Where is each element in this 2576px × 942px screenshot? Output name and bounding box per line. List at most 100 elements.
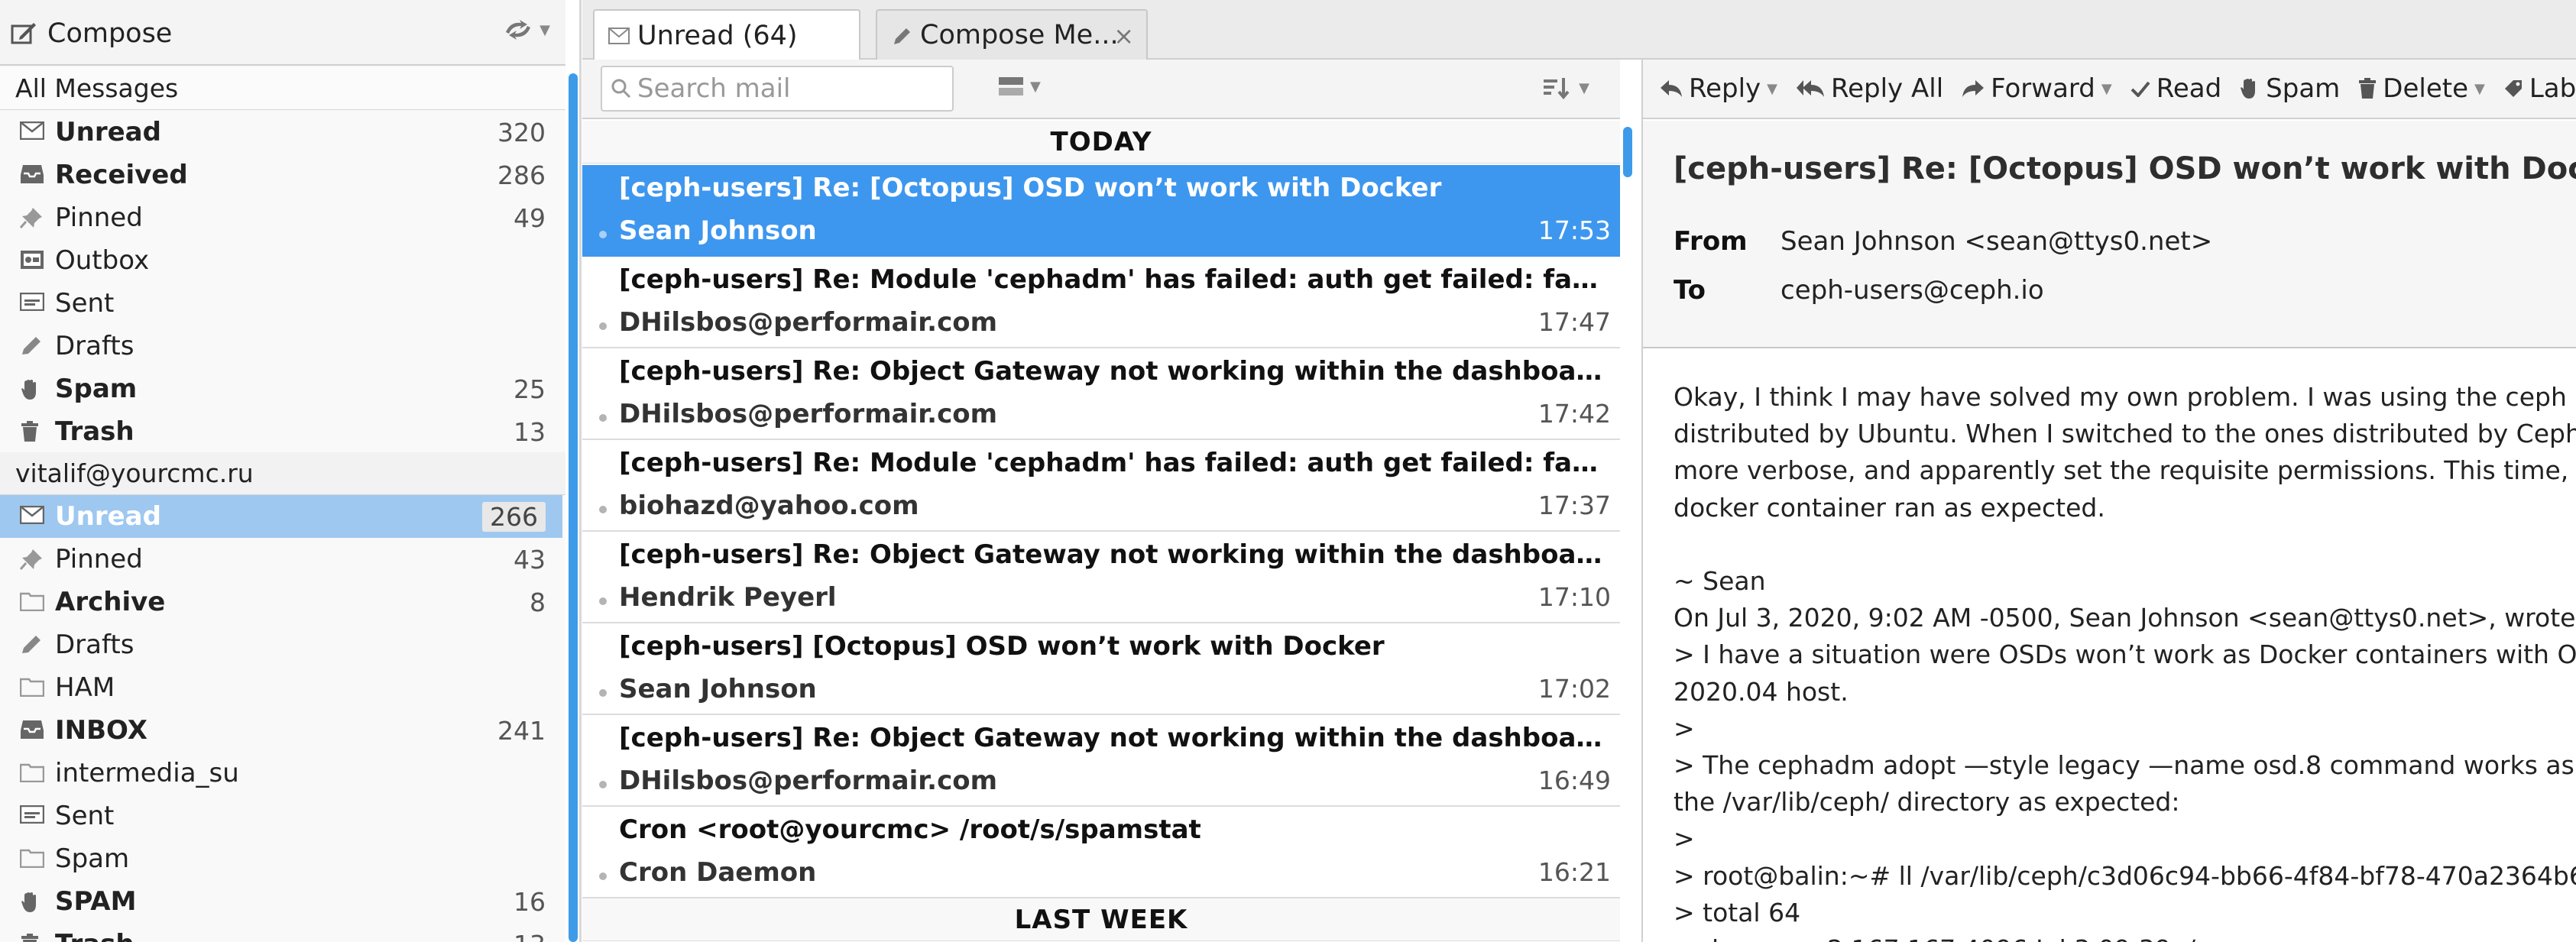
- folder-sent[interactable]: Sent: [0, 282, 562, 325]
- folder-label: Drafts: [55, 630, 134, 660]
- all-messages-label: All Messages: [15, 73, 179, 103]
- unread-dot-icon[interactable]: [599, 322, 607, 330]
- folder-unread[interactable]: Unread 266: [0, 495, 562, 538]
- folder-count: 13: [514, 416, 546, 447]
- sidebar: Compose ▼ All Messages Unread 320 Received…: [0, 0, 565, 942]
- reply-all-icon: [1796, 79, 1825, 99]
- folder-trash[interactable]: Trash 13: [0, 410, 562, 453]
- unread-dot-icon[interactable]: [599, 872, 607, 880]
- folder-drafts[interactable]: Drafts: [0, 325, 562, 367]
- to-label: To: [1674, 275, 1706, 306]
- folder-received[interactable]: Received 286: [0, 154, 562, 196]
- folder-inbox[interactable]: INBOX 241: [0, 709, 562, 752]
- sort-options-button[interactable]: ▼: [1542, 76, 1589, 99]
- message-body[interactable]: Okay, I think I may have solved my own p…: [1643, 350, 2576, 942]
- folder-count: 8: [530, 587, 546, 617]
- message-time: 16:21: [1537, 857, 1611, 887]
- sort-icon: [1542, 76, 1573, 99]
- account-options-button[interactable]: ▼: [503, 18, 550, 41]
- to-value[interactable]: ceph-users@ceph.io: [1781, 275, 2044, 306]
- folder-ham[interactable]: HAM: [0, 666, 562, 709]
- body-line: >: [1674, 824, 1695, 854]
- labels-label: Labels: [2529, 73, 2576, 104]
- pencil-icon: [20, 634, 46, 656]
- unread-dot-icon[interactable]: [599, 231, 607, 238]
- folder-archive[interactable]: Archive 8: [0, 581, 562, 623]
- folder-spam[interactable]: SPAM 16: [0, 880, 562, 923]
- message-row[interactable]: [ceph-users] Re: [Octopus] OSD won’t wor…: [582, 165, 1620, 257]
- list-view-button[interactable]: ▼: [998, 76, 1041, 96]
- all-messages-header[interactable]: All Messages: [0, 67, 565, 110]
- hand-icon: [20, 378, 46, 400]
- chevron-down-icon: ▼: [1767, 80, 1778, 97]
- chevron-down-icon: ▼: [1030, 78, 1041, 95]
- search-box[interactable]: [601, 66, 954, 112]
- folder-sent[interactable]: Sent: [0, 795, 562, 837]
- message-subject: [ceph-users] Re: [Octopus] OSD won’t wor…: [619, 173, 1442, 203]
- tab-label: Unread (64): [637, 21, 798, 51]
- folder-label: Received: [55, 160, 188, 190]
- unread-dot-icon[interactable]: [599, 414, 607, 422]
- message-header: [ceph-users] Re: [Octopus] OSD won’t wor…: [1643, 121, 2576, 348]
- message-row[interactable]: [ceph-users] [Octopus] OSD won’t work wi…: [582, 623, 1620, 715]
- trash-icon: [2358, 78, 2377, 99]
- unread-dot-icon[interactable]: [599, 597, 607, 605]
- message-row[interactable]: [ceph-users] Re: Object Gateway not work…: [582, 348, 1620, 440]
- compose-label: Compose: [47, 18, 173, 49]
- sync-icon: [503, 18, 533, 41]
- folder-count: 266: [482, 501, 546, 532]
- unread-dot-icon[interactable]: [599, 506, 607, 513]
- account-header[interactable]: vitalif@yourcmc.ru: [0, 452, 565, 495]
- message-time: 17:47: [1537, 307, 1611, 337]
- message-row[interactable]: [ceph-users] Re: Module 'cephadm' has fa…: [582, 440, 1620, 532]
- folder-pinned[interactable]: Pinned 49: [0, 196, 562, 239]
- folder-spam[interactable]: Spam: [0, 837, 562, 880]
- message-sender: DHilsbos@performair.com: [619, 307, 998, 338]
- folder-drafts[interactable]: Drafts: [0, 623, 562, 666]
- group-header-today: TODAY: [582, 121, 1620, 163]
- delete-button[interactable]: Delete ▼: [2358, 73, 2485, 104]
- message-subject: [ceph-users] Re: Object Gateway not work…: [619, 539, 1605, 570]
- body-line: Okay, I think I may have solved my own p…: [1674, 382, 2576, 412]
- folder-intermedia-su[interactable]: intermedia_su: [0, 752, 562, 795]
- unread-dot-icon[interactable]: [599, 689, 607, 697]
- sidebar-scrollbar[interactable]: [569, 73, 578, 942]
- spam-button[interactable]: Spam: [2240, 73, 2340, 104]
- message-subject: [ceph-users] Re: [Octopus] OSD won’t wor…: [1674, 151, 2576, 186]
- folder-label: Trash: [55, 929, 134, 942]
- from-value[interactable]: Sean Johnson <sean@ttys0.net>: [1781, 226, 2212, 257]
- folder-trash[interactable]: Trash 13: [0, 923, 562, 942]
- tab-unread[interactable]: Unread (64): [593, 9, 860, 61]
- folder-count: 13: [514, 930, 546, 942]
- folder-outbox[interactable]: Outbox: [0, 239, 562, 282]
- message-row[interactable]: [ceph-users] Re: Module 'cephadm' has fa…: [582, 257, 1620, 348]
- pencil-icon: [20, 335, 46, 357]
- folder-icon: [20, 591, 46, 613]
- message-list[interactable]: TODAY [ceph-users] Re: [Octopus] OSD won’…: [582, 121, 1620, 942]
- sidebar-divider[interactable]: [579, 0, 582, 942]
- search-input[interactable]: [637, 73, 943, 104]
- envelope-icon: [20, 506, 46, 527]
- forward-button[interactable]: Forward ▼: [1962, 73, 2112, 104]
- search-icon: [611, 79, 631, 99]
- compose-button[interactable]: Compose: [11, 14, 172, 53]
- labels-button[interactable]: Labels: [2503, 73, 2576, 104]
- folder-spam[interactable]: Spam 25: [0, 367, 562, 410]
- message-row[interactable]: [ceph-users] Re: Object Gateway not work…: [582, 532, 1620, 623]
- tab-label: Compose Me...: [920, 20, 1119, 50]
- message-row[interactable]: [ceph-users] Re: Object Gateway not work…: [582, 715, 1620, 807]
- reply-all-button[interactable]: Reply All: [1796, 73, 1943, 104]
- mark-read-button[interactable]: Read: [2130, 73, 2221, 104]
- reply-button[interactable]: Reply ▼: [1660, 73, 1777, 104]
- delete-label: Delete: [2383, 73, 2468, 104]
- close-icon[interactable]: ×: [1113, 21, 1134, 50]
- unread-dot-icon[interactable]: [599, 781, 607, 788]
- pin-icon: [20, 549, 46, 570]
- message-time: 17:53: [1537, 215, 1611, 245]
- message-list-scrollbar[interactable]: [1623, 127, 1632, 177]
- folder-unread[interactable]: Unread 320: [0, 111, 562, 154]
- tab-compose[interactable]: Compose Me... ×: [876, 9, 1148, 60]
- folder-pinned[interactable]: Pinned 43: [0, 538, 562, 581]
- message-row[interactable]: Cron <root@yourcmc> /root/s/spamstat Cron…: [582, 807, 1620, 898]
- folder-icon: [20, 848, 46, 869]
